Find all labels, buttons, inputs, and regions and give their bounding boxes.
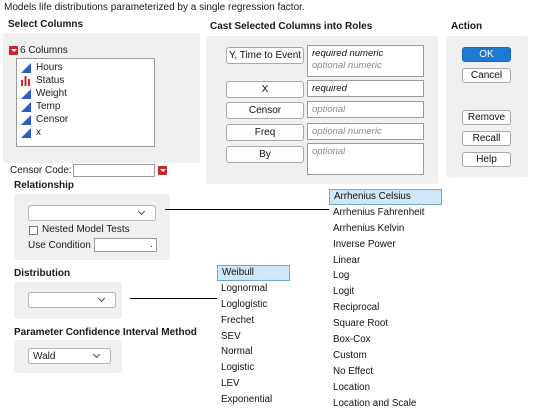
y-time-to-event-button[interactable]: Y, Time to Event <box>226 47 304 64</box>
continuous-icon <box>20 101 34 112</box>
distribution-title: Distribution <box>14 268 71 279</box>
cancel-button[interactable]: Cancel <box>462 68 511 83</box>
censor-button[interactable]: Censor <box>226 102 304 119</box>
chevron-down-icon <box>137 207 146 216</box>
nested-model-tests-label: Nested Model Tests <box>42 224 130 235</box>
column-name: Hours <box>36 62 63 73</box>
recall-button[interactable]: Recall <box>462 131 511 146</box>
continuous-icon <box>20 127 34 138</box>
relationship-option[interactable]: Location <box>329 380 442 396</box>
columns-menu-icon[interactable] <box>9 46 18 55</box>
freq-role-box[interactable]: optional numeric <box>307 123 424 140</box>
chevron-down-icon <box>97 294 106 303</box>
distribution-option[interactable]: Logistic <box>217 360 290 376</box>
column-item[interactable]: Temp <box>20 100 154 113</box>
column-name: Temp <box>36 101 61 112</box>
cast-roles-title: Cast Selected Columns into Roles <box>210 21 373 32</box>
distribution-option[interactable]: Frechet <box>217 313 290 329</box>
column-item[interactable]: Censor <box>20 113 154 126</box>
censor-role-box[interactable]: optional <box>307 101 424 118</box>
relationship-option[interactable]: Linear <box>329 253 442 269</box>
x-role-box[interactable]: required <box>307 80 424 97</box>
censor-code-label: Censor Code: <box>10 165 72 176</box>
dialog-description: Models life distributions parameterized … <box>4 2 305 13</box>
distribution-option[interactable]: LEV <box>217 376 290 392</box>
ci-method-title: Parameter Confidence Interval Method <box>14 327 197 338</box>
relationship-option[interactable]: Logit <box>329 284 442 300</box>
by-button[interactable]: By <box>226 146 304 163</box>
distribution-option[interactable]: Loglogistic <box>217 297 290 313</box>
use-condition-input[interactable]: . <box>94 238 157 252</box>
select-columns-title: Select Columns <box>8 19 84 30</box>
censor-code-input[interactable] <box>73 164 155 177</box>
distribution-connector-line <box>130 298 218 299</box>
column-item[interactable]: Hours <box>20 61 154 74</box>
continuous-icon <box>20 62 34 73</box>
column-name: Censor <box>36 114 69 125</box>
distribution-option[interactable]: Weibull <box>217 265 290 281</box>
relationship-option[interactable]: Arrhenius Fahrenheit <box>329 205 442 221</box>
relationship-option[interactable]: Box-Cox <box>329 332 442 348</box>
column-item[interactable]: Status <box>20 74 154 87</box>
relationship-option[interactable]: Location and Scale <box>329 396 442 412</box>
use-condition-label: Use Condition <box>28 240 91 251</box>
relationship-option[interactable]: Arrhenius Kelvin <box>329 221 442 237</box>
help-button[interactable]: Help <box>462 152 511 167</box>
chevron-down-icon <box>92 350 101 359</box>
continuous-icon <box>20 88 34 99</box>
relationship-title: Relationship <box>14 180 75 191</box>
x-button[interactable]: X <box>226 81 304 98</box>
distribution-option[interactable]: Normal <box>217 344 290 360</box>
ci-method-selected: Wald <box>33 351 56 362</box>
y-role-optional: optional numeric <box>312 60 382 71</box>
relationship-option[interactable]: Square Root <box>329 316 442 332</box>
relationship-option[interactable]: Custom <box>329 348 442 364</box>
columns-list[interactable]: Hours Status Weight Temp Censor x <box>16 58 155 147</box>
distribution-dropdown[interactable] <box>28 292 116 308</box>
nominal-icon <box>20 75 34 86</box>
nested-model-tests-checkbox[interactable] <box>29 226 38 235</box>
use-condition-value: . <box>150 239 153 250</box>
distribution-options-list[interactable]: Weibull Lognormal Loglogistic Frechet SEV Nor… <box>217 265 290 410</box>
relationship-dropdown[interactable] <box>28 205 156 221</box>
column-name: x <box>36 127 41 138</box>
by-role-box[interactable]: optional <box>307 143 424 175</box>
remove-button[interactable]: Remove <box>462 110 511 125</box>
relationship-option[interactable]: Reciprocal <box>329 300 442 316</box>
relationship-option[interactable]: Arrhenius Celsius <box>329 189 442 205</box>
y-role-box[interactable]: required numeric optional numeric <box>307 45 424 77</box>
relationship-option[interactable]: No Effect <box>329 364 442 380</box>
distribution-option[interactable]: SEV <box>217 329 290 345</box>
column-item[interactable]: x <box>20 126 154 139</box>
columns-count: 6 Columns <box>20 45 68 56</box>
relationship-options-list[interactable]: Arrhenius Celsius Arrhenius Fahrenheit Arr… <box>329 189 442 412</box>
relationship-option[interactable]: Inverse Power <box>329 237 442 253</box>
column-name: Weight <box>36 88 67 99</box>
continuous-icon <box>20 114 34 125</box>
column-item[interactable]: Weight <box>20 87 154 100</box>
relationship-connector-line <box>165 209 330 210</box>
ci-method-dropdown[interactable]: Wald <box>28 348 111 364</box>
relationship-option[interactable]: Log <box>329 268 442 284</box>
ok-button[interactable]: OK <box>462 47 511 62</box>
distribution-option[interactable]: Exponential <box>217 392 290 408</box>
distribution-option[interactable]: Lognormal <box>217 281 290 297</box>
freq-button[interactable]: Freq <box>226 124 304 141</box>
action-title: Action <box>451 21 483 32</box>
column-name: Status <box>36 75 65 86</box>
y-role-required: required numeric <box>312 48 384 59</box>
censor-code-menu-icon[interactable] <box>158 166 167 175</box>
